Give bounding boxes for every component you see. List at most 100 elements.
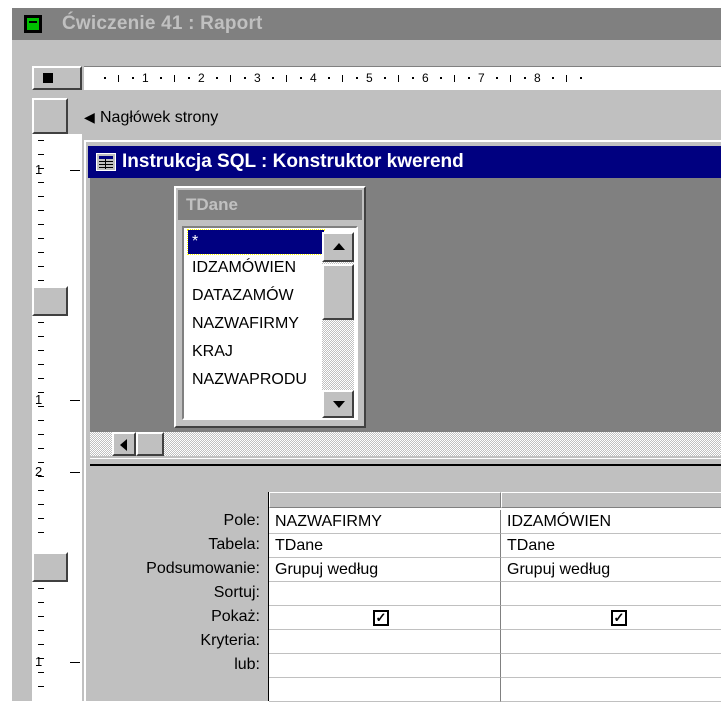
grid-row-labels: Pole: Tabela: Podsumowanie: Sortuj: Poka… [90, 510, 260, 701]
section-selector-detail-2[interactable] [32, 552, 68, 582]
ruler-tick [398, 75, 399, 82]
row-label-total: Podsumowanie: [146, 560, 260, 577]
ruler-tick [356, 77, 358, 79]
ruler-tick [38, 336, 44, 337]
field-item[interactable]: KRAJ [188, 340, 324, 364]
query-icon[interactable] [96, 153, 116, 171]
ruler-tick [38, 448, 44, 449]
ruler-number: 8 [534, 71, 541, 85]
ruler-tick [38, 588, 44, 589]
ruler-tick [70, 472, 80, 473]
ruler-number: 1 [35, 162, 43, 177]
ruler-tick [38, 658, 44, 659]
ruler-tick [38, 140, 44, 141]
arrow-up-icon [333, 243, 345, 250]
ruler-tick [38, 280, 44, 281]
hscroll-thumb[interactable] [136, 432, 164, 456]
field-item[interactable]: IDZAMÓWIEN [188, 256, 324, 280]
grid-cell-criteria[interactable] [269, 630, 501, 654]
grid-cell-show[interactable]: ✓ [501, 606, 721, 630]
ruler-tick [132, 77, 134, 79]
ruler-tick [38, 378, 44, 379]
grid-cell-show[interactable]: ✓ [269, 606, 501, 630]
report-icon[interactable] [24, 15, 42, 33]
page-header-section[interactable]: ◀ Nagłówek strony [74, 106, 721, 132]
table-pane-scrollbar[interactable] [90, 432, 721, 456]
ruler-tick [160, 77, 162, 79]
column-selector[interactable] [501, 492, 721, 508]
ruler-tick [38, 504, 44, 505]
row-label-criteria: Kryteria: [200, 632, 260, 649]
vertical-ruler[interactable]: 1121 [32, 134, 82, 701]
ruler-tick [552, 77, 554, 79]
section-selector-top[interactable] [32, 98, 68, 134]
field-item[interactable]: DATAZAMÓW [188, 284, 324, 308]
query-title-bar[interactable]: Instrukcja SQL : Konstruktor kwerend [88, 146, 721, 178]
ruler-number: 3 [254, 71, 261, 85]
design-grid[interactable]: NAZWAFIRMY TDane Grupuj według ✓ IDZAMÓW… [268, 492, 721, 702]
field-list-scrollbar[interactable] [322, 232, 354, 418]
show-checkbox[interactable]: ✓ [373, 610, 389, 626]
grid-cell-sort[interactable] [501, 582, 721, 606]
ruler-tick [38, 406, 44, 407]
grid-cell-sort[interactable] [269, 582, 501, 606]
ruler-tick [70, 662, 80, 663]
show-checkbox[interactable]: ✓ [611, 610, 627, 626]
grid-cell-total[interactable]: Grupuj według [269, 558, 501, 582]
horizontal-ruler[interactable]: 1 2 3 4 5 6 7 8 [84, 66, 721, 90]
ruler-tick [230, 75, 231, 82]
scroll-thumb[interactable] [322, 264, 354, 320]
ruler-tick [38, 434, 44, 435]
ruler-tick [188, 77, 190, 79]
section-selector-detail[interactable] [32, 286, 68, 316]
ruler-tick [38, 644, 44, 645]
scroll-down-button[interactable] [322, 390, 354, 418]
grid-cell-or[interactable] [269, 654, 501, 678]
grid-cell-table[interactable]: TDane [501, 534, 721, 558]
ruler-tick [104, 77, 106, 79]
ruler-tick [38, 420, 44, 421]
report-title-bar[interactable]: Ćwiczenie 41 : Raport [12, 8, 721, 40]
ruler-tick [272, 77, 274, 79]
ruler-tick [440, 77, 442, 79]
pane-splitter[interactable] [90, 458, 721, 466]
query-window-title: Instrukcja SQL : Konstruktor kwerend [122, 151, 464, 172]
row-label-show: Pokaż: [211, 608, 260, 625]
ruler-select-box[interactable] [32, 66, 82, 90]
ruler-number: 1 [35, 392, 43, 407]
arrow-down-icon [333, 401, 345, 408]
field-list-title-bar[interactable]: TDane [178, 190, 362, 220]
ruler-tick [38, 252, 44, 253]
ruler-tick [38, 350, 44, 351]
ruler-tick [328, 77, 330, 79]
grid-cell-or[interactable] [501, 654, 721, 678]
ruler-tick [38, 532, 44, 533]
grid-cell-empty[interactable] [269, 678, 501, 702]
column-selector[interactable] [269, 492, 501, 508]
grid-cell-field[interactable]: IDZAMÓWIEN [501, 510, 721, 534]
grid-cell-criteria[interactable] [501, 630, 721, 654]
row-label-table: Tabela: [208, 536, 260, 553]
ruler-tick [174, 75, 175, 82]
field-item-all[interactable]: * [187, 229, 325, 255]
ruler-tick [566, 75, 567, 82]
ruler-number: 1 [142, 71, 149, 85]
field-item[interactable]: NAZWAPRODU [188, 368, 324, 392]
scroll-up-button[interactable] [322, 232, 354, 262]
scroll-left-button[interactable] [112, 432, 136, 456]
section-label: Nagłówek strony [100, 109, 219, 126]
ruler-number: 7 [478, 71, 485, 85]
grid-cell-field[interactable]: NAZWAFIRMY [269, 510, 501, 534]
ruler-tick [38, 672, 44, 673]
section-arrow-icon: ◀ [84, 109, 95, 125]
ruler-number: 6 [422, 71, 429, 85]
ruler-tick [38, 490, 44, 491]
grid-cell-table[interactable]: TDane [269, 534, 501, 558]
field-item[interactable]: NAZWAFIRMY [188, 312, 324, 336]
ruler-tick [38, 364, 44, 365]
ruler-tick [38, 602, 44, 603]
ruler-tick [38, 686, 44, 687]
ruler-number: 4 [310, 71, 317, 85]
grid-cell-empty[interactable] [501, 678, 721, 702]
grid-cell-total[interactable]: Grupuj według [501, 558, 721, 582]
